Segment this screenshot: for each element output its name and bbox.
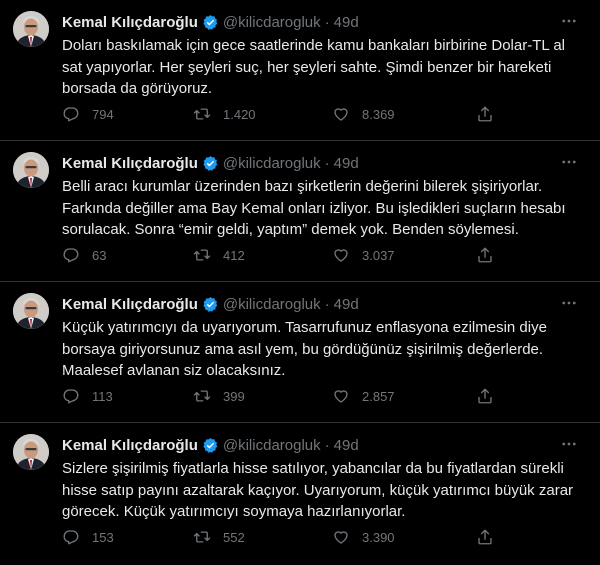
reply-count: 794 — [92, 106, 114, 122]
handle[interactable]: @kilicdarogluk — [223, 437, 321, 454]
like-icon — [334, 249, 348, 262]
reply-button[interactable]: 153 — [62, 528, 114, 546]
retweet-button[interactable]: 552 — [193, 528, 245, 546]
tweet[interactable]: Kemal Kılıçdaroğlu @kilicdarogluk · 49d … — [0, 423, 600, 564]
more-icon[interactable] — [560, 294, 578, 312]
share-icon — [478, 247, 492, 263]
handle[interactable]: @kilicdarogluk — [223, 14, 321, 31]
avatar[interactable] — [13, 434, 49, 470]
share-icon — [478, 106, 492, 122]
more-icon[interactable] — [560, 153, 578, 171]
tweet[interactable]: Kemal Kılıçdaroğlu @kilicdarogluk · 49d … — [0, 141, 600, 282]
retweet-count: 399 — [223, 388, 245, 404]
tweet-text: Küçük yatırımcıyı da uyarıyorum. Tasarru… — [62, 319, 547, 379]
like-button[interactable]: 3.390 — [332, 528, 395, 546]
retweet-icon — [193, 108, 211, 120]
like-count: 2.857 — [362, 388, 395, 404]
tweet-actions: 113 399 2.857 — [62, 387, 580, 407]
retweet-count: 412 — [223, 247, 245, 263]
tweet-header: Kemal Kılıçdaroğlu @kilicdarogluk · 49d — [62, 434, 580, 456]
separator: · — [324, 13, 330, 31]
share-button[interactable] — [476, 387, 494, 405]
tweet-actions: 153 552 3.390 — [62, 528, 580, 548]
separator: · — [324, 436, 330, 454]
timestamp[interactable]: 49d — [334, 14, 359, 31]
like-button[interactable]: 3.037 — [332, 246, 395, 264]
reply-icon — [63, 248, 79, 263]
timestamp[interactable]: 49d — [334, 155, 359, 172]
like-count: 3.390 — [362, 529, 395, 545]
tweet-header: Kemal Kılıçdaroğlu @kilicdarogluk · 49d — [62, 11, 580, 33]
like-icon — [334, 108, 348, 121]
reply-icon — [63, 107, 79, 122]
reply-icon — [63, 389, 79, 404]
tweet[interactable]: Kemal Kılıçdaroğlu @kilicdarogluk · 49d … — [0, 282, 600, 423]
reply-count: 63 — [92, 247, 107, 263]
separator: · — [324, 295, 330, 313]
tweet-actions: 794 1.420 8.369 — [62, 105, 580, 125]
tweet-header: Kemal Kılıçdaroğlu @kilicdarogluk · 49d — [62, 152, 580, 174]
share-icon — [478, 529, 492, 545]
reply-button[interactable]: 113 — [62, 387, 113, 405]
retweet-icon — [193, 390, 211, 402]
like-button[interactable]: 2.857 — [332, 387, 395, 405]
like-icon — [334, 390, 348, 403]
like-count: 3.037 — [362, 247, 395, 263]
like-icon — [334, 531, 348, 544]
tweet-actions: 63 412 3.037 — [62, 246, 580, 266]
retweet-button[interactable]: 412 — [193, 246, 245, 264]
avatar[interactable] — [13, 11, 49, 47]
reply-count: 153 — [92, 529, 114, 545]
handle[interactable]: @kilicdarogluk — [223, 155, 321, 172]
verified-badge-icon — [203, 155, 218, 171]
reply-button[interactable]: 794 — [62, 105, 114, 123]
display-name[interactable]: Kemal Kılıçdaroğlu — [62, 296, 198, 313]
share-button[interactable] — [476, 246, 494, 264]
reply-button[interactable]: 63 — [62, 246, 106, 264]
timeline: Kemal Kılıçdaroğlu @kilicdarogluk · 49d … — [0, 0, 600, 564]
verified-badge-icon — [203, 437, 218, 453]
handle[interactable]: @kilicdarogluk — [223, 296, 321, 313]
like-button[interactable]: 8.369 — [332, 105, 395, 123]
avatar[interactable] — [13, 293, 49, 329]
reply-count: 113 — [92, 388, 113, 404]
share-button[interactable] — [476, 528, 494, 546]
retweet-icon — [193, 531, 211, 543]
tweet-text: Doları baskılamak için gece saatlerinde … — [62, 37, 566, 97]
retweet-count: 552 — [223, 529, 245, 545]
display-name[interactable]: Kemal Kılıçdaroğlu — [62, 437, 198, 454]
verified-badge-icon — [203, 14, 218, 30]
tweet-text: Belli aracı kurumlar üzerinden bazı şirk… — [62, 178, 566, 238]
separator: · — [324, 154, 330, 172]
retweet-count: 1.420 — [223, 106, 256, 122]
reply-icon — [63, 530, 79, 545]
display-name[interactable]: Kemal Kılıçdaroğlu — [62, 155, 198, 172]
tweet[interactable]: Kemal Kılıçdaroğlu @kilicdarogluk · 49d … — [0, 0, 600, 141]
more-icon[interactable] — [560, 12, 578, 30]
more-icon[interactable] — [560, 435, 578, 453]
timestamp[interactable]: 49d — [334, 296, 359, 313]
tweet-text: Sizlere şişirilmiş fiyatlarla hisse satı… — [62, 460, 574, 520]
timestamp[interactable]: 49d — [334, 437, 359, 454]
retweet-button[interactable]: 1.420 — [193, 105, 256, 123]
tweet-header: Kemal Kılıçdaroğlu @kilicdarogluk · 49d — [62, 293, 580, 315]
like-count: 8.369 — [362, 106, 395, 122]
avatar[interactable] — [13, 152, 49, 188]
share-button[interactable] — [476, 105, 494, 123]
verified-badge-icon — [203, 296, 218, 312]
retweet-button[interactable]: 399 — [193, 387, 245, 405]
display-name[interactable]: Kemal Kılıçdaroğlu — [62, 14, 198, 31]
share-icon — [478, 388, 492, 404]
retweet-icon — [193, 249, 211, 261]
